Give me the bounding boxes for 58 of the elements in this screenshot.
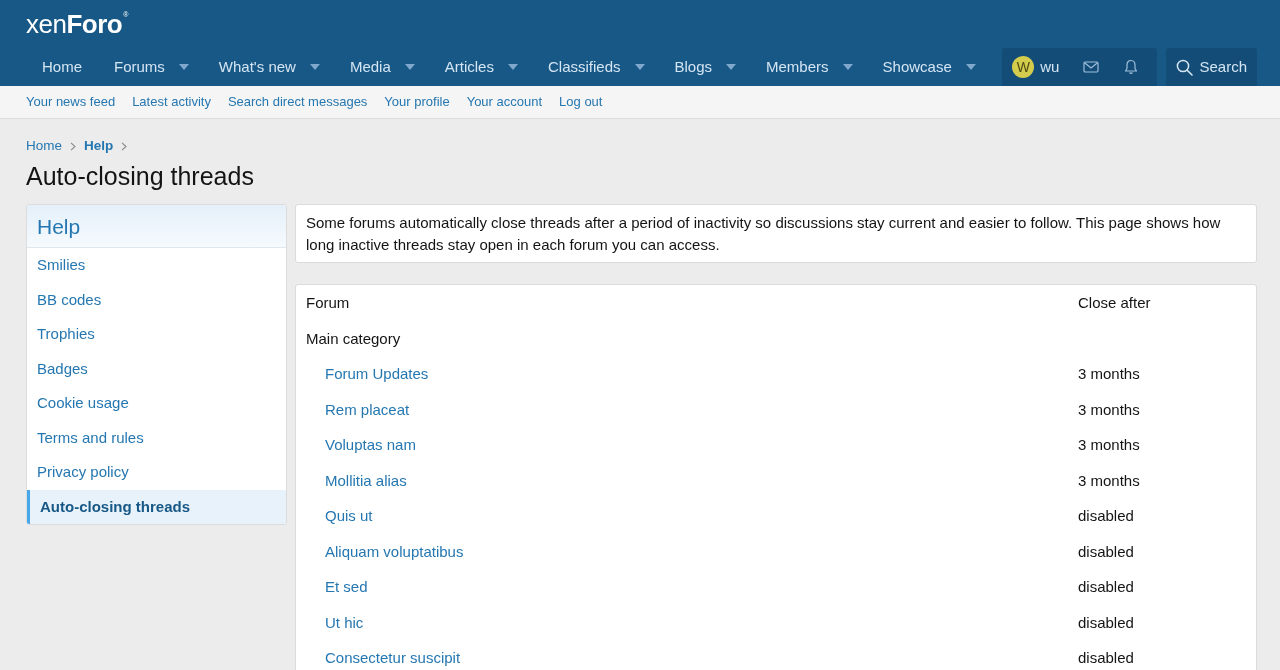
close-after-text: disabled [1078, 578, 1134, 595]
description-text: Some forums automatically close threads after a period of inactivity so discussions stay current and easier to follow. This page shows how long inactive threads stay open in each forum you can access. [295, 204, 1257, 263]
forum-link[interactable]: Ut hic [325, 613, 364, 631]
nav-tab[interactable]: Classifieds [531, 48, 659, 86]
close-after-text: disabled [1078, 613, 1134, 631]
site-logo[interactable]: xenForo$^{®}$ [26, 11, 128, 37]
breadcrumb-link[interactable]: Home [26, 135, 62, 157]
bell-icon [1123, 59, 1140, 75]
close-after-text: disabled [1078, 649, 1134, 666]
sidebar-link[interactable]: Cookie usage [27, 386, 286, 421]
subnav-link[interactable]: Search direct messages [227, 92, 368, 112]
sidebar-link[interactable]: Terms and rules [27, 420, 286, 455]
breadcrumb-link[interactable]: Help [84, 135, 114, 157]
nav-tab[interactable]: Home [26, 48, 98, 86]
subnav-link[interactable]: Latest activity [132, 92, 211, 112]
nav-tab[interactable]: Showcase [866, 48, 990, 86]
forum-link[interactable]: Quis ut [325, 507, 373, 524]
nav-tab[interactable]: Members [750, 48, 867, 86]
column-header: Close after [1077, 293, 1152, 313]
nav-tab[interactable]: Forums [98, 48, 203, 86]
close-after-text: disabled [1078, 542, 1134, 560]
subnav-link[interactable]: Your account [466, 92, 543, 112]
search-button[interactable]: Search [1166, 48, 1257, 86]
nav-tab[interactable]: What's new [202, 48, 334, 86]
close-after-text: 3 months [1078, 365, 1140, 382]
forum-link[interactable]: Voluptas nam [325, 436, 416, 453]
sidebar-link[interactable]: BB codes [27, 282, 286, 317]
forum-link[interactable]: Consectetur suscipit [325, 649, 461, 666]
close-after-text: disabled [1078, 507, 1134, 524]
sidebar-link[interactable]: Smilies [27, 248, 286, 283]
sidebar-link[interactable]: Privacy policy [27, 455, 286, 490]
nav-tab[interactable]: Media [333, 48, 429, 86]
account-link[interactable]: W wu [1012, 48, 1072, 86]
close-after-text: 3 months [1078, 471, 1140, 489]
forum-link[interactable]: Et sed [325, 578, 368, 595]
subnav-link[interactable]: Log out [559, 92, 603, 112]
forum-link[interactable]: Forum Updates [325, 365, 429, 382]
column-header: Forum [305, 293, 351, 313]
close-after-text: 3 months [1078, 400, 1140, 418]
user-avatar: W [1012, 56, 1035, 78]
category-name: Main category [305, 328, 402, 349]
sidebar-link[interactable]: Trophies [27, 317, 286, 352]
forum-link[interactable]: Mollitia alias [325, 471, 407, 489]
sidebar-link[interactable]: Auto-closing threads [27, 489, 286, 524]
search-icon [1176, 58, 1194, 76]
subnav-link[interactable]: Your profile [384, 92, 450, 112]
sidebar-title: Help [27, 205, 286, 248]
close-after-text: 3 months [1078, 436, 1140, 453]
nav-tab[interactable]: Blogs [658, 48, 751, 86]
forum-link[interactable]: Rem placeat [325, 400, 410, 418]
page-title: Auto-closing threads [26, 161, 255, 192]
chevron-icon [121, 141, 128, 151]
envelope-icon [1083, 59, 1100, 75]
chevron-icon [70, 141, 76, 151]
subnav-link[interactable]: Your news feed [26, 92, 116, 112]
forum-link[interactable]: Aliquam voluptatibus [325, 542, 464, 560]
nav-tab[interactable]: Articles [428, 48, 532, 86]
sidebar-link[interactable]: Badges [27, 351, 286, 386]
